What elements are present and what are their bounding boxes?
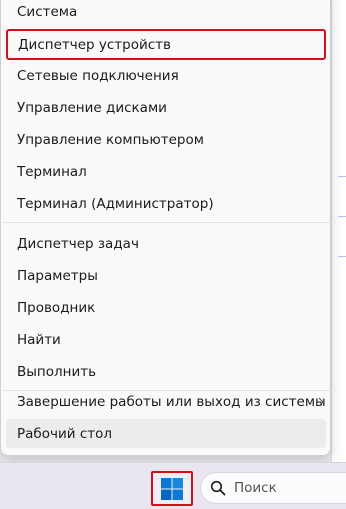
background-window-line [338,256,346,257]
menu-item-label: Управление компьютером [17,131,204,148]
menu-item-shutdown-signout[interactable]: Завершение работы или выход из системы [6,387,326,416]
menu-item-label: Найти [17,331,61,348]
menu-item-settings[interactable]: Параметры [6,261,326,290]
menu-item-label: Проводник [17,299,96,316]
menu-item-run[interactable]: Выполнить [6,357,326,386]
menu-item-label: Управление дисками [17,99,167,116]
taskbar-search-box[interactable]: Поиск [200,472,346,504]
menu-item-label: Терминал [17,163,87,180]
menu-item-device-manager[interactable]: Диспетчер устройств [6,29,326,60]
menu-item-terminal[interactable]: Терминал [6,157,326,186]
search-placeholder: Поиск [234,480,277,496]
menu-item-label: Завершение работы или выход из системы [17,393,326,410]
menu-item-network-connections[interactable]: Сетевые подключения [6,61,326,90]
menu-item-label: Выполнить [17,363,97,380]
winx-context-menu: Система Диспетчер устройств Сетевые подк… [0,0,331,456]
menu-item-disk-management[interactable]: Управление дисками [6,93,326,122]
menu-item-system[interactable]: Система [6,0,326,26]
taskbar: Поиск [0,462,346,509]
menu-item-task-manager[interactable]: Диспетчер задач [6,229,326,258]
menu-item-file-explorer[interactable]: Проводник [6,293,326,322]
menu-item-label: Сетевые подключения [17,67,179,84]
chevron-right-icon [318,397,324,406]
menu-item-label: Система [17,3,78,20]
menu-item-label: Диспетчер устройств [18,36,172,53]
menu-item-label: Диспетчер задач [17,235,139,252]
menu-item-terminal-admin[interactable]: Терминал (Администратор) [6,189,326,218]
background-window-line [338,176,346,177]
menu-item-label: Терминал (Администратор) [17,195,214,212]
menu-item-label: Параметры [17,267,98,284]
menu-item-computer-management[interactable]: Управление компьютером [6,125,326,154]
menu-item-desktop[interactable]: Рабочий стол [6,419,326,448]
menu-separator [2,222,331,223]
background-window-line [338,216,346,217]
search-icon [210,480,226,496]
menu-item-label: Рабочий стол [17,425,112,442]
start-button[interactable] [151,471,193,506]
windows-logo-icon [161,477,183,500]
menu-item-search[interactable]: Найти [6,325,326,354]
background-window [331,0,346,462]
